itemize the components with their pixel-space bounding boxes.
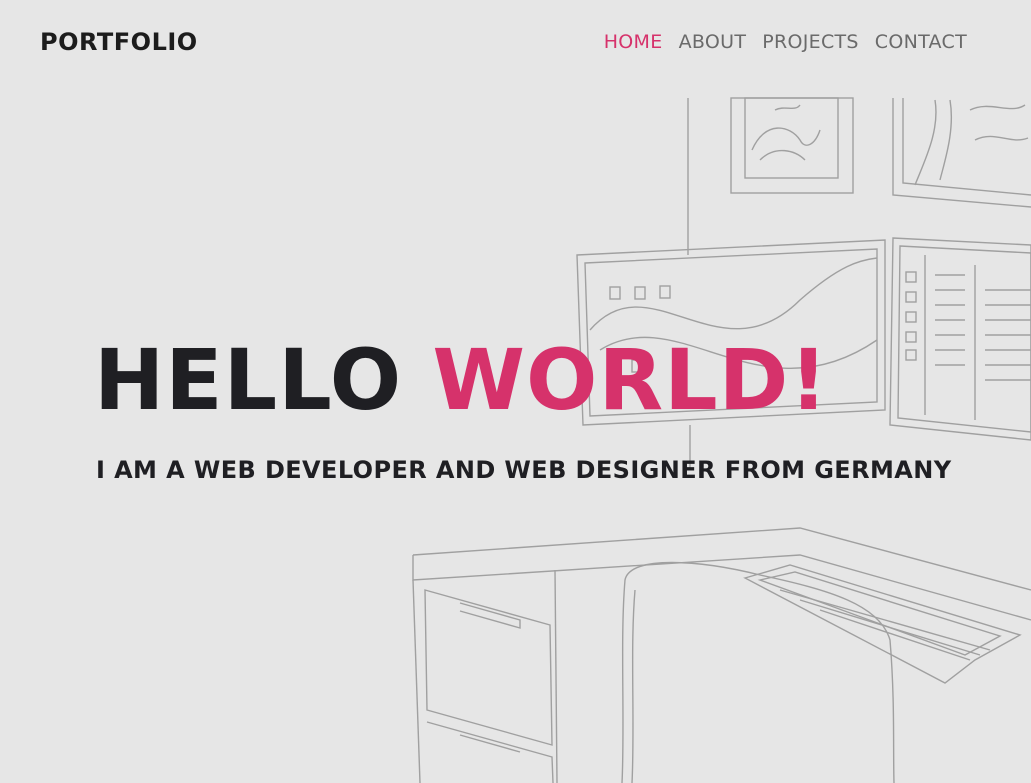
nav-about-link[interactable]: ABOUT: [679, 31, 747, 53]
wave-painting-frame: [730, 97, 854, 194]
hero-title-hello: HELLO: [94, 331, 403, 429]
hero-title: HELLO WORLD!: [94, 330, 829, 431]
hero-title-world: WORLD!: [432, 331, 829, 429]
nav-contact-link[interactable]: CONTACT: [875, 31, 967, 53]
nav-home-link[interactable]: HOME: [604, 31, 663, 53]
main-nav: HOME ABOUT PROJECTS CONTACT: [604, 31, 967, 53]
hero-subtitle: I AM A WEB DEVELOPER AND WEB DESIGNER FR…: [96, 456, 952, 484]
nav-projects-link[interactable]: PROJECTS: [762, 31, 859, 53]
starry-night-painting-frame: [892, 98, 1031, 208]
chair-sketch: [621, 561, 895, 783]
site-header: PORTFOLIO HOME ABOUT PROJECTS CONTACT: [0, 0, 1031, 86]
desk-sketch: [412, 527, 1031, 783]
right-monitor-sketch: [889, 237, 1031, 441]
page: PORTFOLIO HOME ABOUT PROJECTS CONTACT HE…: [0, 0, 1031, 783]
keyboard-sketch: [743, 564, 1022, 684]
site-logo[interactable]: PORTFOLIO: [40, 28, 198, 56]
